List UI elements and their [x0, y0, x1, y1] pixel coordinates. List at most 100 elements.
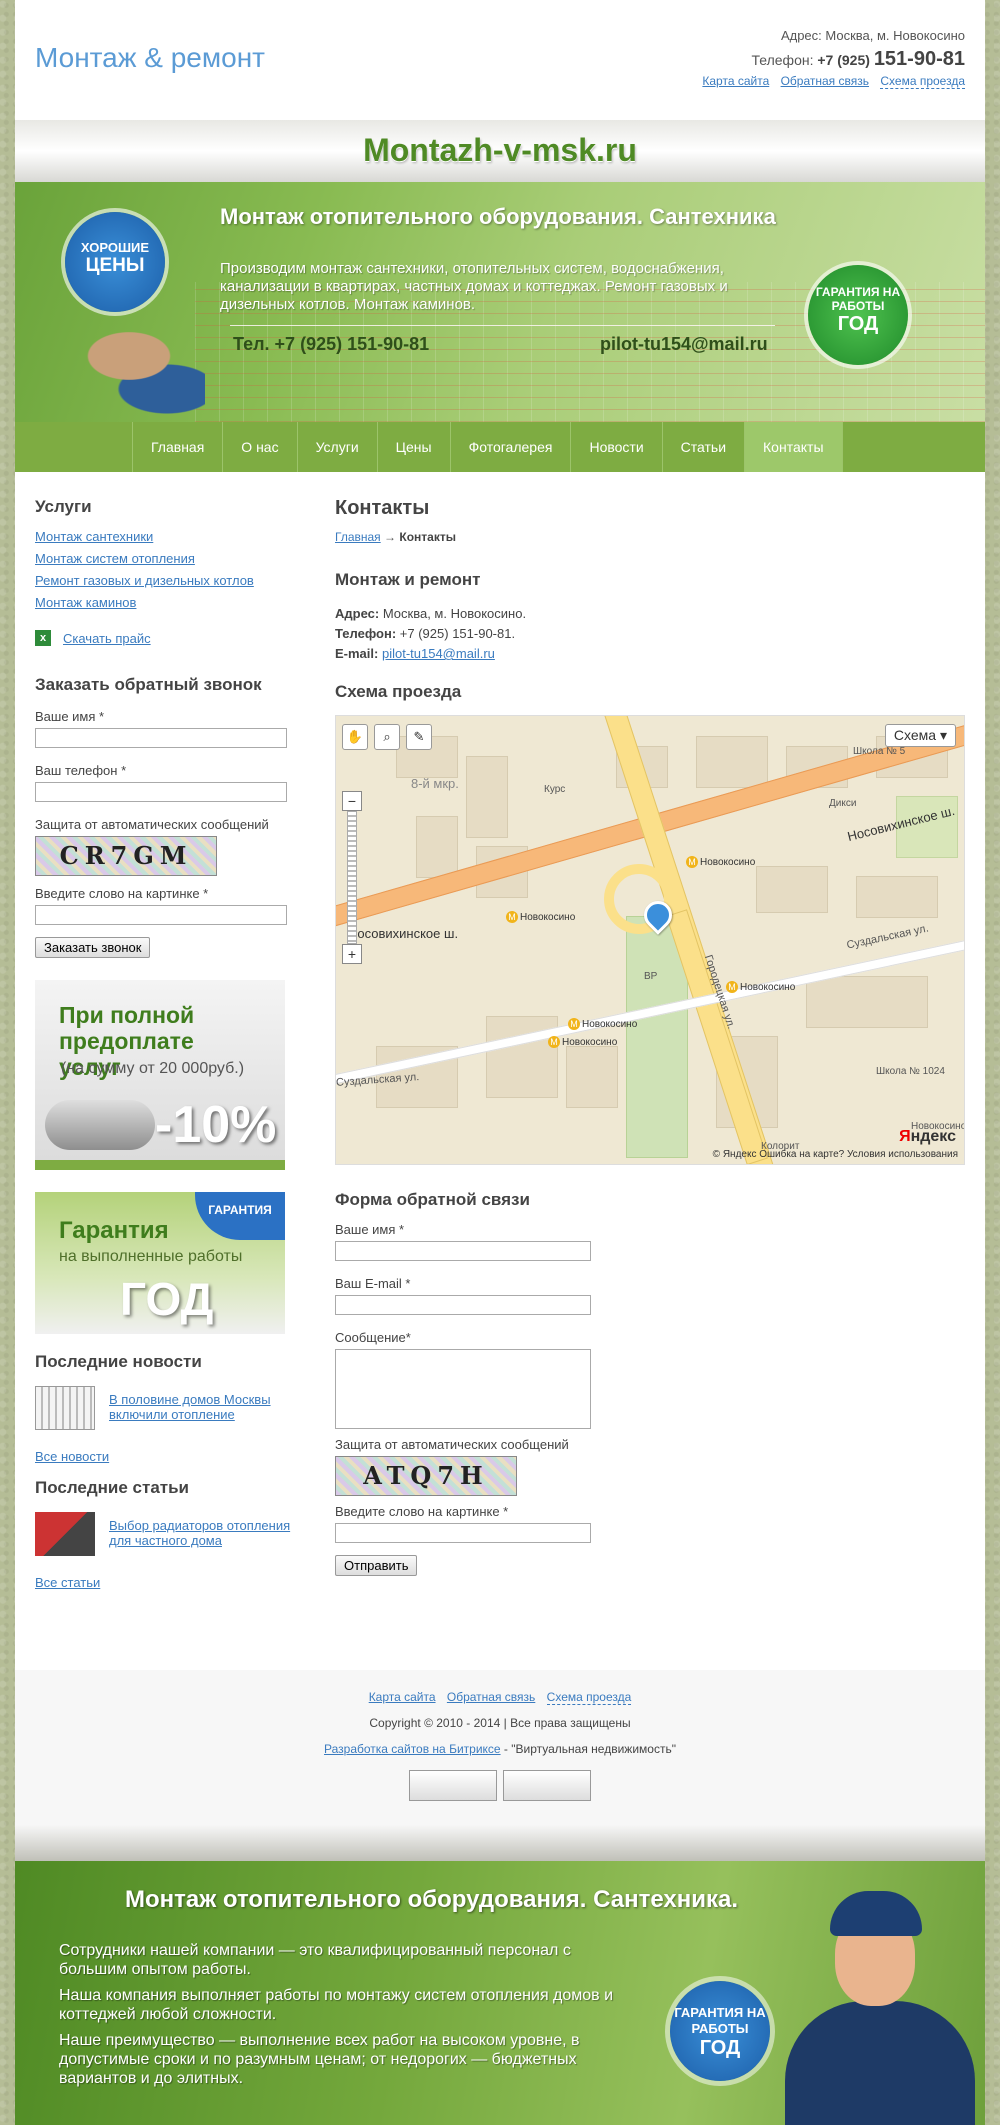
news-heading: Последние новости [35, 1352, 202, 1371]
metro-icon: M [548, 1036, 560, 1048]
article-item-link[interactable]: Выбор радиаторов отопления для частного … [109, 1518, 305, 1548]
map-block [806, 976, 928, 1028]
contact-info: Адрес: Москва, м. Новокосино. Телефон: +… [335, 604, 526, 664]
yandex-logo[interactable]: Яндекс [899, 1128, 956, 1146]
nav-item-news[interactable]: Новости [570, 422, 661, 472]
email-link[interactable]: pilot-tu154@mail.ru [382, 646, 495, 661]
map-block [756, 866, 828, 913]
latest-news: Последние новости В половине домов Москв… [35, 1352, 305, 1464]
nav-item-about[interactable]: О нас [222, 422, 296, 472]
radiator-thumbnail[interactable] [35, 1386, 95, 1430]
nav-item-contacts[interactable]: Контакты [744, 422, 843, 472]
developer-suffix: - "Виртуальная недвижимость" [500, 1742, 676, 1756]
liveinternet-counter-icon[interactable] [409, 1770, 497, 1801]
nav-item-home[interactable]: Главная [132, 422, 222, 472]
developer-link[interactable]: Разработка сайтов на Битриксе [324, 1742, 501, 1756]
breadcrumb-arrow-icon: → [384, 530, 397, 544]
magnifier-tool-icon[interactable]: ⌕ [374, 724, 400, 750]
promo-discount-percent: -10% [155, 1096, 277, 1154]
header-link-feedback[interactable]: Обратная связь [781, 74, 869, 88]
hand-tool-icon[interactable]: ✋ [342, 724, 368, 750]
article-thumbnail[interactable] [35, 1512, 95, 1556]
yandex-map[interactable]: 8-й мкр. Носовихинское ш. Носовихинское … [335, 715, 965, 1165]
phone-value: +7 (925) 151-90-81. [399, 626, 516, 641]
callback-submit-button[interactable]: Заказать звонок [35, 937, 151, 958]
zoom-control[interactable]: − + [342, 791, 362, 966]
address-value: Москва, м. Новокосино. [382, 606, 527, 621]
promo-discount-line2: (на сумму от 20 000руб.) [61, 1060, 245, 1077]
main-nav: Главная О нас Услуги Цены Фотогалерея Но… [15, 422, 985, 472]
company-heading: Монтаж и ремонт [335, 570, 481, 589]
site-title[interactable]: Монтаж & ремонт [35, 42, 265, 74]
feedback-name-input[interactable] [335, 1241, 591, 1261]
nav-item-gallery[interactable]: Фотогалерея [449, 422, 571, 472]
service-link-plumbing[interactable]: Монтаж сантехники [35, 529, 295, 544]
badge-good-prices-small: ХОРОШИЕ [80, 240, 150, 255]
banner-divider [230, 325, 775, 326]
wrench-icon [45, 1100, 155, 1150]
bottom-badge-guarantee: ГАРАНТИЯ НА РАБОТЫ ГОД [670, 1981, 770, 2081]
breadcrumb-home[interactable]: Главная [335, 530, 381, 544]
promo-guarantee-tag: ГАРАНТИЯ [195, 1192, 285, 1240]
footer-link-directions[interactable]: Схема проезда [546, 1690, 632, 1705]
badge-good-prices-big: ЦЕНЫ [85, 255, 145, 276]
metro-station: M Новокосино [506, 911, 575, 923]
promo-guarantee-banner[interactable]: ГАРАНТИЯ Гарантия на выполненные работы … [35, 1192, 285, 1334]
map-block [466, 756, 508, 838]
map-copyright[interactable]: © Яндекс Ошибка на карте? Условия исполь… [713, 1149, 958, 1160]
nav-item-articles[interactable]: Статьи [661, 422, 744, 472]
bottom-badge-small: ГАРАНТИЯ НА РАБОТЫ [674, 2005, 766, 2036]
ruler-tool-icon[interactable]: ✎ [406, 724, 432, 750]
service-link-fireplaces[interactable]: Монтаж каминов [35, 595, 295, 610]
footer-strip [15, 1825, 985, 1861]
callback-phone-input[interactable] [35, 782, 287, 802]
zoom-out-button[interactable]: − [342, 791, 362, 811]
footer: Карта сайта Обратная связь Схема проезда… [15, 1670, 985, 1825]
map-place-school5: Школа № 5 [853, 746, 906, 757]
feedback-email-input[interactable] [335, 1295, 591, 1315]
header-link-directions[interactable]: Схема проезда [880, 74, 965, 89]
nav-item-services[interactable]: Услуги [296, 422, 377, 472]
map-heading: Схема проезда [335, 682, 462, 701]
feedback-submit-button[interactable]: Отправить [335, 1555, 418, 1576]
service-link-heating[interactable]: Монтаж систем отопления [35, 551, 295, 566]
all-articles-link[interactable]: Все статьи [35, 1575, 305, 1590]
promo-discount-banner[interactable]: При полной предоплате услуг (на сумму от… [35, 980, 285, 1170]
footer-link-feedback[interactable]: Обратная связь [447, 1690, 535, 1704]
all-news-link[interactable]: Все новости [35, 1449, 305, 1464]
feedback-form: Форма обратной связи Ваше имя * Ваш E-ma… [335, 1190, 965, 1576]
bottom-banner: Монтаж отопительного оборудования. Санте… [15, 1861, 985, 2125]
zoom-slider[interactable] [347, 811, 357, 944]
header-phone-code: +7 (925) [817, 52, 870, 68]
footer-link-sitemap[interactable]: Карта сайта [369, 1690, 436, 1704]
map-street: Суздальская ул. [845, 922, 930, 952]
feedback-heading: Форма обратной связи [335, 1190, 530, 1209]
header-link-sitemap[interactable]: Карта сайта [702, 74, 769, 88]
news-item-link[interactable]: В половине домов Москвы включили отоплен… [109, 1392, 305, 1422]
nav-item-prices[interactable]: Цены [376, 422, 450, 472]
map-place-vr: ВР [644, 971, 658, 982]
callback-captcha-image: CR7GM [35, 836, 217, 876]
article-item: Выбор радиаторов отопления для частного … [35, 1512, 305, 1556]
metro-icon: M [506, 911, 518, 923]
bottom-banner-p3: Наше преимущество — выполнение всех рабо… [59, 2032, 580, 2087]
header-banner: ХОРОШИЕ ЦЕНЫ Монтаж отопительного оборуд… [15, 182, 985, 422]
rating-counter-icon[interactable] [503, 1770, 591, 1801]
callback-name-input[interactable] [35, 728, 287, 748]
header-phone-label: Телефон: [751, 52, 814, 68]
service-link-boilers[interactable]: Ремонт газовых и дизельных котлов [35, 573, 295, 588]
zoom-in-button[interactable]: + [342, 944, 362, 964]
services-list: Монтаж сантехники Монтаж систем отоплени… [35, 529, 295, 610]
feedback-word-input[interactable] [335, 1523, 591, 1543]
callback-word-input[interactable] [35, 905, 287, 925]
feedback-email-label: Ваш E-mail * [335, 1276, 411, 1291]
banner-text: Производим монтаж сантехники, отопительн… [220, 260, 728, 313]
domain-strip: Montazh-v-msk.ru [15, 120, 985, 182]
map-block [416, 816, 458, 878]
promo-guarantee-line2: на выполненные работы [59, 1248, 243, 1265]
map-type-select[interactable]: Схема ▾ [884, 724, 956, 747]
download-price-link[interactable]: Скачать прайс [63, 631, 151, 646]
feedback-message-textarea[interactable] [335, 1349, 591, 1429]
page-title: Контакты [335, 497, 430, 519]
callback-form: Заказать обратный звонок Ваше имя * Ваш … [35, 675, 295, 958]
